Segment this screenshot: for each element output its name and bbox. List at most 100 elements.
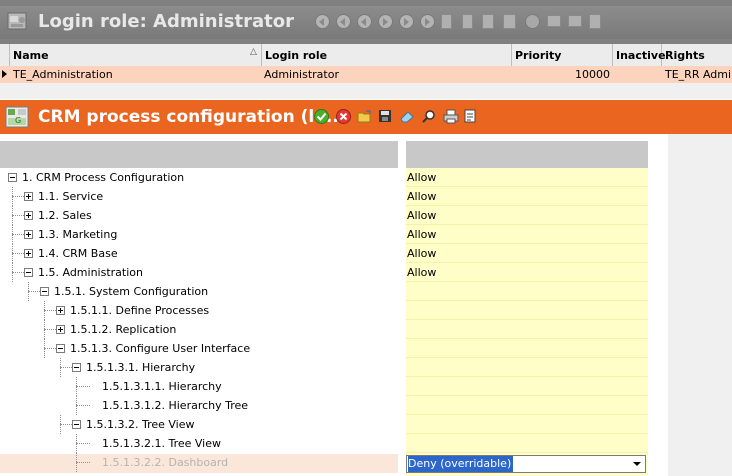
new-record-icon[interactable] [441,14,452,29]
collapse-icon[interactable] [40,287,49,296]
tree-connector [60,424,72,425]
cell-login-role: Administrator [264,68,339,81]
tree-connector [76,386,90,387]
first-record-icon[interactable] [315,14,330,29]
tree-connector [76,396,77,415]
svg-text:G: G [15,116,21,125]
tree-node-label[interactable]: 1.5.1.3.1. Hierarchy [86,358,195,377]
row-indicator-header [0,44,10,66]
checkmark-icon[interactable] [314,109,329,124]
tree-connector [76,434,77,453]
current-row-pointer-icon [2,70,7,78]
copy-record-icon[interactable] [482,14,494,29]
column-header-priority[interactable]: Priority [512,44,613,66]
column-header-login-role[interactable]: Login role [262,44,512,66]
right-gutter [668,134,732,476]
tree-node-label[interactable]: 1.5. Administration [38,263,143,282]
permission-dropdown-value: Deny (overridable) [408,456,514,472]
next-page-icon[interactable] [399,14,414,29]
delete-record-icon[interactable] [462,14,473,29]
permission-dropdown[interactable]: Deny (overridable) [406,455,646,473]
tree-node-label[interactable]: 1.4. CRM Base [38,244,118,263]
permission-value-cell[interactable] [406,339,648,358]
open-folder-icon[interactable] [357,109,373,124]
last-record-icon[interactable] [420,14,435,29]
previous-page-icon[interactable] [336,14,351,29]
cancel-icon[interactable] [336,109,351,124]
tree-connector [76,453,77,472]
tree-connector [12,272,24,273]
print-icon[interactable] [568,15,582,27]
permission-value-cell[interactable] [406,434,648,453]
crm-panel-title: CRM process configuration (lo... [38,107,346,127]
save-icon[interactable] [503,14,516,29]
collapse-icon[interactable] [24,268,33,277]
permission-value-cell[interactable] [406,396,648,415]
permission-value-cell[interactable]: Allow [406,187,648,206]
permission-value-cell[interactable] [406,377,648,396]
collapse-icon[interactable] [72,363,81,372]
permission-value-cell[interactable]: Allow [406,206,648,225]
chevron-down-icon[interactable] [633,462,641,466]
column-header-name[interactable]: Name [10,44,262,66]
permission-value-cell[interactable] [406,301,648,320]
tree-node-label[interactable]: 1.3. Marketing [38,225,117,244]
expand-icon[interactable] [56,325,65,334]
tree-connector [44,348,56,349]
settings-icon[interactable] [547,15,561,27]
tree-column-header [0,141,398,168]
permission-value-cell[interactable]: Allow [406,244,648,263]
tree-node-label[interactable]: 1.5.1. System Configuration [54,282,208,301]
tree-node-label[interactable]: 1.1. Service [38,187,103,206]
tree-connector [76,443,90,444]
login-role-icon [7,12,27,30]
collapse-icon[interactable] [8,173,17,182]
tree-connector [12,196,24,197]
permission-value-cell[interactable]: Allow [406,225,648,244]
tree-node-label[interactable]: 1.5.1.3.1.2. Hierarchy Tree [102,396,248,415]
tree-node-label[interactable]: 1.5.1.3.2.1. Tree View [102,434,221,453]
expand-icon[interactable] [24,211,33,220]
tree-node-label[interactable]: 1.5.1.3.2.2. Dashboard [102,453,228,472]
grid-empty-area [0,83,732,99]
table-row[interactable]: TE_Administration Administrator 10000 TE… [0,66,732,83]
column-header-inactive[interactable]: Inactive [613,44,666,66]
search-icon[interactable] [421,109,437,124]
crm-config-icon: G [5,106,29,128]
expand-icon[interactable] [56,306,65,315]
permission-value-cell[interactable] [406,358,648,377]
permission-value-cell[interactable]: Allow [406,168,648,187]
tree-node-label[interactable]: 1.5.1.3.2. Tree View [86,415,195,434]
cancel-icon[interactable] [525,14,540,29]
permission-value-cell[interactable]: Allow [406,263,648,282]
tree-node-label[interactable]: 1.5.1.3. Configure User Interface [70,339,250,358]
permission-value-cell[interactable] [406,320,648,339]
eraser-icon[interactable] [399,109,415,124]
collapse-icon[interactable] [72,420,81,429]
expand-icon[interactable] [24,230,33,239]
tree-node-label[interactable]: 1.5.1.3.1.1. Hierarchy [102,377,222,396]
next-record-icon[interactable] [378,14,393,29]
tree-connector [12,215,24,216]
tree-connector [76,377,77,396]
column-header-rights[interactable]: Rights [662,44,732,66]
previous-record-icon[interactable] [357,14,372,29]
tree-node-label[interactable]: 1.2. Sales [38,206,92,225]
expand-icon[interactable] [24,249,33,258]
export-icon[interactable] [589,14,601,29]
save-icon[interactable] [378,109,392,123]
expand-icon[interactable] [24,192,33,201]
permission-value-cell[interactable] [406,415,648,434]
tree-connector [12,253,24,254]
print-icon[interactable] [443,109,459,124]
cell-name: TE_Administration [13,68,113,81]
cell-rights: TE_RR Admin [665,68,732,81]
collapse-icon[interactable] [56,344,65,353]
export-icon[interactable] [464,109,478,124]
tree-node-label[interactable]: 1.5.1.2. Replication [70,320,176,339]
tree-node-label[interactable]: 1.5.1.1. Define Processes [70,301,209,320]
permission-value-cell[interactable] [406,282,648,301]
tree-connector [44,329,56,330]
sort-asc-icon: △ [250,47,257,57]
tree-node-label[interactable]: 1. CRM Process Configuration [22,168,184,187]
